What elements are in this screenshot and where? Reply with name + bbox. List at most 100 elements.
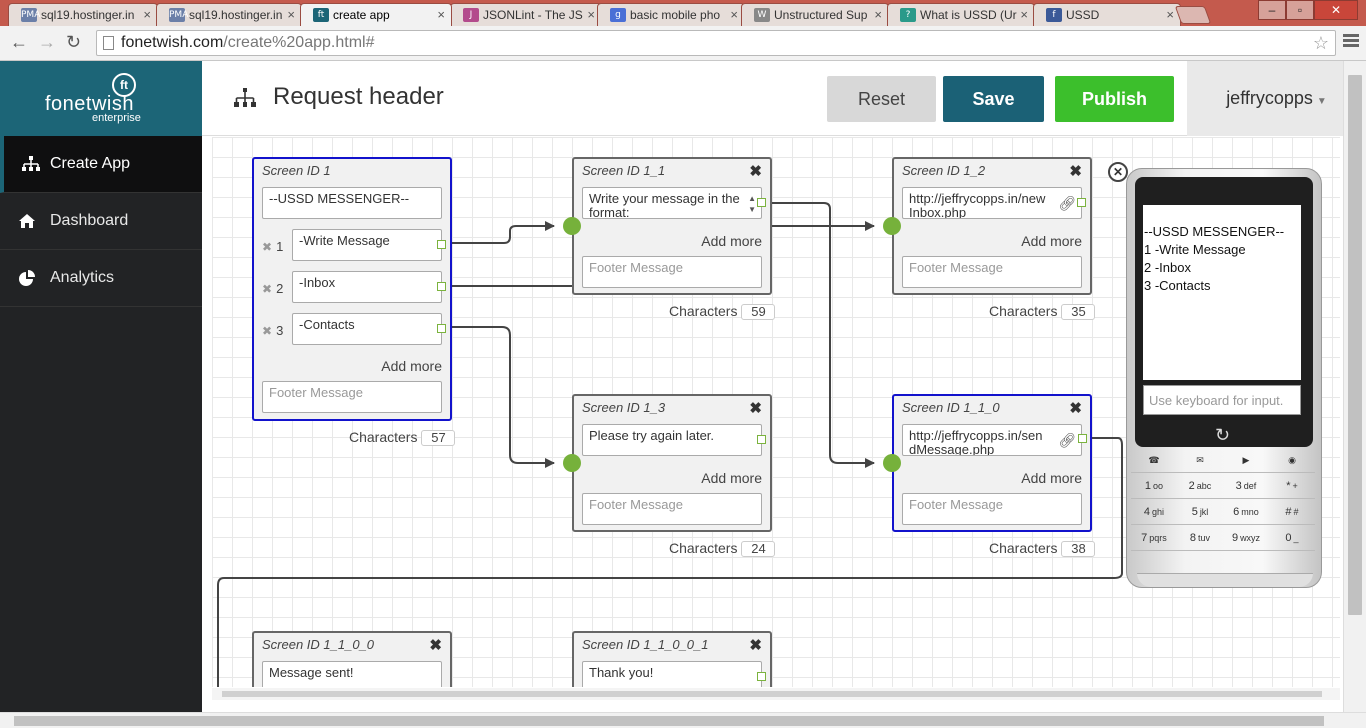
keypad-key[interactable]: 6 mno: [1223, 499, 1269, 525]
keypad-key[interactable]: 4 ghi: [1131, 499, 1177, 525]
browser-tab[interactable]: g basic mobile pho ×: [597, 3, 745, 26]
screen-node-1-1-0[interactable]: Screen ID 1_1_0 ✖ http://jeffrycopps.in/…: [892, 394, 1092, 532]
header-text-field[interactable]: Message sent!: [262, 661, 442, 687]
brand-logo[interactable]: ft fonetwish enterprise: [0, 61, 202, 136]
reload-icon[interactable]: ↻: [66, 32, 81, 53]
output-port[interactable]: [757, 672, 766, 681]
horizontal-scrollbar[interactable]: [0, 712, 1366, 728]
browser-tab[interactable]: PMA sql19.hostinger.in ×: [8, 3, 158, 26]
option-field[interactable]: -Write Message: [292, 229, 442, 261]
sidebar-item-dashboard[interactable]: Dashboard: [0, 193, 202, 250]
textarea-scroll-icon[interactable]: ▲ ▼: [748, 193, 756, 215]
keypad-key[interactable]: 1 oo: [1131, 473, 1177, 499]
close-icon[interactable]: ✖: [749, 636, 762, 654]
footer-message-field[interactable]: Footer Message: [262, 381, 442, 413]
keypad-key[interactable]: 5 jkl: [1177, 499, 1223, 525]
sidebar-item-analytics[interactable]: Analytics: [0, 250, 202, 307]
keypad-key[interactable]: # #: [1269, 499, 1315, 525]
header-text-field[interactable]: Thank you!: [582, 661, 762, 687]
close-icon[interactable]: ✖: [429, 636, 442, 654]
output-port[interactable]: [757, 435, 766, 444]
close-icon[interactable]: ✖: [749, 162, 762, 180]
option-field[interactable]: -Contacts: [292, 313, 442, 345]
header-text-field[interactable]: http://jeffrycopps.in/sen dMessage.php: [902, 424, 1082, 456]
remove-option-icon[interactable]: ✖: [262, 240, 272, 254]
output-port[interactable]: [1077, 198, 1086, 207]
footer-message-field[interactable]: Footer Message: [582, 256, 762, 288]
input-port[interactable]: [563, 454, 581, 472]
user-menu[interactable]: jeffrycopps ▼: [1187, 61, 1366, 136]
maximize-icon[interactable]: ▫: [1286, 0, 1314, 20]
address-bar[interactable]: fonetwish.com/create%20app.html# ☆: [96, 30, 1336, 56]
keypad-key[interactable]: 0 _: [1269, 525, 1315, 551]
phone-input-field[interactable]: Use keyboard for input.: [1143, 385, 1301, 415]
add-more-link[interactable]: Add more: [701, 470, 762, 486]
close-icon[interactable]: ×: [874, 7, 882, 22]
reset-button[interactable]: Reset: [827, 76, 936, 122]
browser-tab[interactable]: J JSONLint - The JS ×: [450, 3, 602, 26]
browser-tab-active[interactable]: ft create app ×: [300, 3, 452, 26]
keypad-key[interactable]: 3 def: [1223, 473, 1269, 499]
header-text-field[interactable]: --USSD MESSENGER--: [262, 187, 442, 219]
view-key-icon[interactable]: ◉: [1269, 447, 1315, 473]
browser-tab[interactable]: ? What is USSD (Ur ×: [887, 3, 1035, 26]
new-tab-button[interactable]: [1174, 6, 1212, 24]
input-port[interactable]: [563, 217, 581, 235]
output-port[interactable]: [437, 282, 446, 291]
save-button[interactable]: Save: [943, 76, 1044, 122]
close-icon[interactable]: ✖: [749, 399, 762, 417]
sidebar-item-create-app[interactable]: Create App: [0, 136, 202, 193]
output-port[interactable]: [1078, 434, 1087, 443]
screen-node-1-1[interactable]: Screen ID 1_1 ✖ Write your message in th…: [572, 157, 772, 295]
close-icon[interactable]: ×: [287, 7, 295, 22]
keypad-key[interactable]: 7 pqrs: [1131, 525, 1177, 551]
close-icon[interactable]: ×: [730, 7, 738, 22]
browser-tab[interactable]: PMA sql19.hostinger.in ×: [156, 3, 302, 26]
output-port[interactable]: [757, 198, 766, 207]
close-icon[interactable]: ×: [437, 7, 445, 22]
footer-message-field[interactable]: Footer Message: [902, 493, 1082, 525]
close-icon[interactable]: ×: [1166, 7, 1174, 22]
minimize-icon[interactable]: –: [1258, 0, 1286, 20]
add-more-link[interactable]: Add more: [381, 358, 442, 374]
close-icon[interactable]: ✖: [1069, 399, 1082, 417]
close-phone-icon[interactable]: ✕: [1108, 162, 1128, 182]
output-port[interactable]: [437, 240, 446, 249]
bookmark-star-icon[interactable]: ☆: [1313, 31, 1329, 55]
header-text-field[interactable]: Write your message in the format:: [582, 187, 762, 219]
back-arrow-icon[interactable]: ←: [10, 32, 28, 53]
add-more-link[interactable]: Add more: [1021, 470, 1082, 486]
forward-arrow-icon[interactable]: →: [38, 32, 56, 53]
screen-node-1-1-0-0[interactable]: Screen ID 1_1_0_0 ✖ Message sent!: [252, 631, 452, 687]
browser-menu-icon[interactable]: [1343, 34, 1359, 48]
link-icon[interactable]: 🔗︎: [1058, 432, 1076, 449]
screen-node-1-2[interactable]: Screen ID 1_2 ✖ http://jeffrycopps.in/ne…: [892, 157, 1092, 295]
link-icon[interactable]: 🔗︎: [1058, 195, 1076, 212]
input-port[interactable]: [883, 217, 901, 235]
play-key-icon[interactable]: ▶: [1223, 447, 1269, 473]
footer-message-field[interactable]: Footer Message: [902, 256, 1082, 288]
output-port[interactable]: [437, 324, 446, 333]
canvas-horizontal-scrollbar[interactable]: [212, 688, 1340, 700]
add-more-link[interactable]: Add more: [1021, 233, 1082, 249]
scrollbar-thumb[interactable]: [14, 716, 1324, 726]
header-text-field[interactable]: http://jeffrycopps.in/new Inbox.php: [902, 187, 1082, 219]
screen-node-1-3[interactable]: Screen ID 1_3 ✖ Please try again later. …: [572, 394, 772, 532]
header-text-field[interactable]: Please try again later.: [582, 424, 762, 456]
vertical-scrollbar[interactable]: [1343, 61, 1366, 713]
keypad-key[interactable]: 8 tuv: [1177, 525, 1223, 551]
browser-tab[interactable]: f USSD ×: [1033, 3, 1181, 26]
refresh-icon[interactable]: ↻: [1215, 425, 1230, 446]
message-key-icon[interactable]: ✉: [1177, 447, 1223, 473]
scrollbar-thumb[interactable]: [1348, 75, 1362, 615]
input-port[interactable]: [883, 454, 901, 472]
scrollbar-thumb[interactable]: [222, 691, 1322, 697]
window-close-icon[interactable]: ✕: [1314, 0, 1358, 20]
keypad-key[interactable]: * +: [1269, 473, 1315, 499]
remove-option-icon[interactable]: ✖: [262, 324, 272, 338]
keypad-key[interactable]: 9 wxyz: [1223, 525, 1269, 551]
call-key-icon[interactable]: ☎: [1131, 447, 1177, 473]
browser-tab[interactable]: W Unstructured Sup ×: [741, 3, 889, 26]
add-more-link[interactable]: Add more: [701, 233, 762, 249]
close-icon[interactable]: ✖: [1069, 162, 1082, 180]
